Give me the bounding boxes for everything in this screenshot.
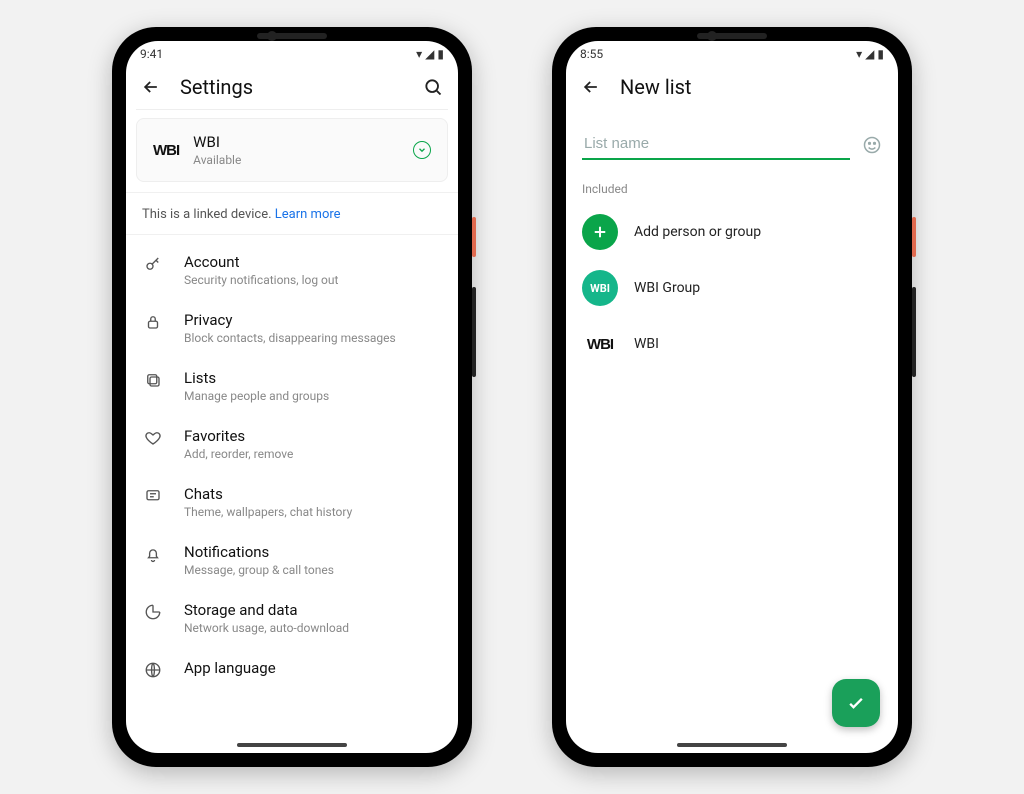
settings-item-bell[interactable]: Notifications Message, group & call tone… — [126, 531, 458, 589]
settings-list: Account Security notifications, log out … — [126, 235, 458, 753]
emoji-icon[interactable] — [862, 135, 882, 155]
app-bar: New list — [566, 67, 898, 109]
status-bar: 8:55 ▾ ◢ ▮ — [566, 41, 898, 67]
nav-pill[interactable] — [237, 743, 347, 747]
heart-icon — [144, 429, 164, 447]
page-title: Settings — [180, 75, 404, 99]
list-name-input[interactable] — [582, 129, 850, 160]
settings-item-title: Account — [184, 253, 338, 271]
settings-item-key[interactable]: Account Security notifications, log out — [126, 241, 458, 299]
settings-item-sub: Manage people and groups — [184, 389, 329, 403]
lists-icon — [144, 371, 164, 389]
settings-item-sub: Add, reorder, remove — [184, 447, 293, 461]
back-icon[interactable] — [580, 76, 602, 98]
confirm-fab[interactable] — [832, 679, 880, 727]
back-icon[interactable] — [140, 76, 162, 98]
signal-icon: ◢ — [425, 48, 434, 60]
included-item-label: WBI Group — [634, 280, 700, 296]
settings-item-sub: Block contacts, disappearing messages — [184, 331, 396, 345]
storage-icon — [144, 603, 164, 621]
phone-right: 8:55 ▾ ◢ ▮ New list Included Add per — [552, 27, 912, 767]
profile-avatar: WBI — [153, 142, 179, 159]
page-title: New list — [620, 75, 884, 99]
settings-item-title: Chats — [184, 485, 352, 503]
battery-icon: ▮ — [437, 48, 444, 60]
group-avatar: WBI — [582, 270, 618, 306]
settings-item-sub: Network usage, auto-download — [184, 621, 349, 635]
linked-device-note: This is a linked device. Learn more — [126, 192, 458, 235]
profile-card[interactable]: WBI WBI Available — [136, 118, 448, 182]
globe-icon — [144, 661, 164, 679]
settings-item-title: Favorites — [184, 427, 293, 445]
settings-item-title: Notifications — [184, 543, 334, 561]
battery-icon: ▮ — [877, 48, 884, 60]
status-bar: 9:41 ▾ ◢ ▮ — [126, 41, 458, 67]
settings-item-title: Lists — [184, 369, 329, 387]
chat-icon — [144, 487, 164, 505]
settings-item-title: App language — [184, 659, 276, 677]
settings-item-title: Privacy — [184, 311, 396, 329]
settings-item-sub: Theme, wallpapers, chat history — [184, 505, 352, 519]
included-item[interactable]: WBI WBI Group — [566, 260, 898, 316]
profile-name: WBI — [193, 133, 399, 151]
lock-icon — [144, 313, 164, 331]
settings-item-globe[interactable]: App language — [126, 647, 458, 691]
profile-status: Available — [193, 153, 399, 167]
clock: 9:41 — [140, 47, 163, 61]
settings-item-storage[interactable]: Storage and data Network usage, auto-dow… — [126, 589, 458, 647]
search-icon[interactable] — [422, 76, 444, 98]
bell-icon — [144, 545, 164, 563]
included-item[interactable]: WBI WBI — [566, 316, 898, 372]
wifi-icon: ▾ — [856, 48, 862, 60]
settings-item-title: Storage and data — [184, 601, 349, 619]
included-label: Included — [566, 166, 898, 204]
settings-item-chat[interactable]: Chats Theme, wallpapers, chat history — [126, 473, 458, 531]
plus-icon — [582, 214, 618, 250]
included-item-label: WBI — [634, 336, 659, 352]
add-person-row[interactable]: Add person or group — [566, 204, 898, 260]
chevron-down-icon[interactable] — [413, 141, 431, 159]
contact-avatar: WBI — [582, 326, 618, 362]
settings-item-lists[interactable]: Lists Manage people and groups — [126, 357, 458, 415]
learn-more-link[interactable]: Learn more — [275, 207, 341, 222]
phone-left: 9:41 ▾ ◢ ▮ Settings WBI WBI Available — [112, 27, 472, 767]
app-bar: Settings — [126, 67, 458, 109]
signal-icon: ◢ — [865, 48, 874, 60]
settings-item-heart[interactable]: Favorites Add, reorder, remove — [126, 415, 458, 473]
wifi-icon: ▾ — [416, 48, 422, 60]
settings-item-sub: Security notifications, log out — [184, 273, 338, 287]
nav-pill[interactable] — [677, 743, 787, 747]
key-icon — [144, 255, 164, 273]
settings-item-sub: Message, group & call tones — [184, 563, 334, 577]
settings-item-lock[interactable]: Privacy Block contacts, disappearing mes… — [126, 299, 458, 357]
clock: 8:55 — [580, 47, 603, 61]
